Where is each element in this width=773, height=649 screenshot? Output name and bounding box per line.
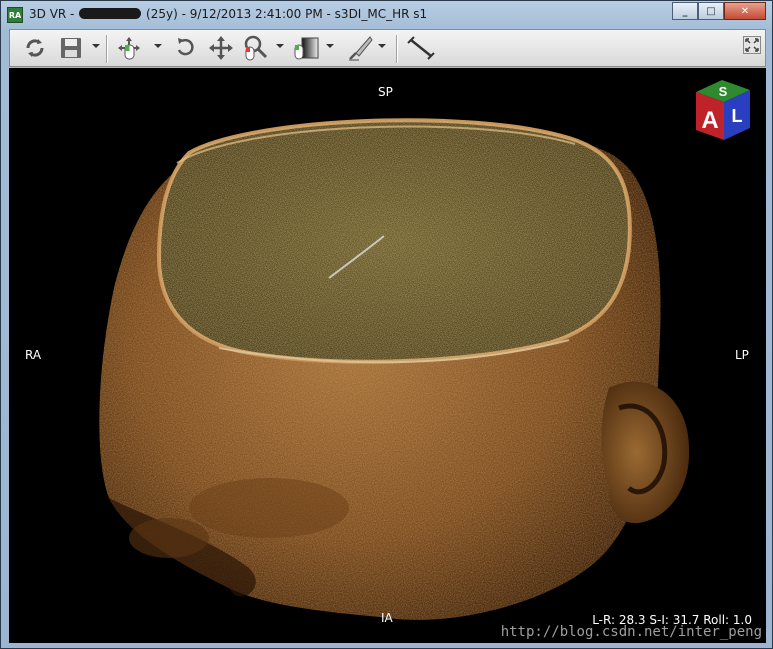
zoom-dropdown-arrow[interactable] <box>276 44 284 48</box>
save-dropdown-arrow[interactable] <box>92 44 100 48</box>
trackball-icon <box>118 37 140 60</box>
maximize-viewport-button[interactable] <box>743 36 761 54</box>
orientation-label-left: RA <box>25 348 42 362</box>
refresh-icon <box>26 39 44 57</box>
expand-icon <box>743 36 761 54</box>
scalpel-icon <box>349 36 373 61</box>
ear <box>601 381 690 524</box>
title-prefix: 3D VR - <box>29 7 79 21</box>
close-button[interactable]: ✕ <box>724 2 766 20</box>
zoom-button[interactable] <box>240 35 274 61</box>
cube-side-letter: L <box>732 106 743 126</box>
volume-rendering[interactable] <box>9 68 766 643</box>
window-level-dropdown-arrow[interactable] <box>326 44 334 48</box>
app-window: RA 3D VR - (25y) - 9/12/2013 2:41:00 PM … <box>0 0 773 649</box>
ruler-icon <box>407 36 435 60</box>
watermark-text: http://blog.csdn.net/inter_peng <box>500 624 762 640</box>
toolbar <box>9 29 766 67</box>
cube-front-letter: A <box>701 107 718 134</box>
maximize-button[interactable]: □ <box>698 2 724 20</box>
orientation-cube[interactable]: S A L <box>692 74 756 146</box>
orientation-label-bottom: IA <box>381 611 393 625</box>
toolbar-separator <box>106 35 108 63</box>
pan-arrows-icon <box>209 36 233 60</box>
rotate-icon <box>177 38 194 56</box>
pan-button[interactable] <box>206 35 236 61</box>
3d-viewport[interactable]: SP IA RA LP S A L L-R: 28.3 S-I: 31.7 Ro… <box>9 68 766 643</box>
magnifier-icon <box>244 35 268 61</box>
measure-button[interactable] <box>404 35 438 61</box>
trackball-rotate-button[interactable] <box>114 35 150 61</box>
scalpel-dropdown-arrow[interactable] <box>378 44 386 48</box>
app-logo-icon: RA <box>7 7 23 23</box>
orientation-label-right: LP <box>735 348 749 362</box>
window-controls: _ □ ✕ <box>672 2 766 20</box>
rotate-button[interactable] <box>170 35 200 61</box>
window-level-button[interactable] <box>290 35 324 61</box>
redacted-patient-name <box>79 8 142 19</box>
save-button[interactable] <box>56 35 86 61</box>
title-bar[interactable]: RA 3D VR - (25y) - 9/12/2013 2:41:00 PM … <box>1 1 772 29</box>
title-suffix: (25y) - 9/12/2013 2:41:00 PM - s3DI_MC_H… <box>142 7 428 21</box>
reset-view-button[interactable] <box>20 35 50 61</box>
window-level-icon <box>294 37 319 60</box>
trackball-dropdown-arrow[interactable] <box>154 44 162 48</box>
orientation-label-top: SP <box>378 85 393 99</box>
toolbar-separator <box>396 35 398 63</box>
window-title: 3D VR - (25y) - 9/12/2013 2:41:00 PM - s… <box>29 7 427 21</box>
cube-top-letter: S <box>719 84 728 99</box>
floppy-disk-icon <box>61 38 81 58</box>
minimize-button[interactable]: _ <box>672 2 698 20</box>
scalpel-button[interactable] <box>344 35 378 61</box>
